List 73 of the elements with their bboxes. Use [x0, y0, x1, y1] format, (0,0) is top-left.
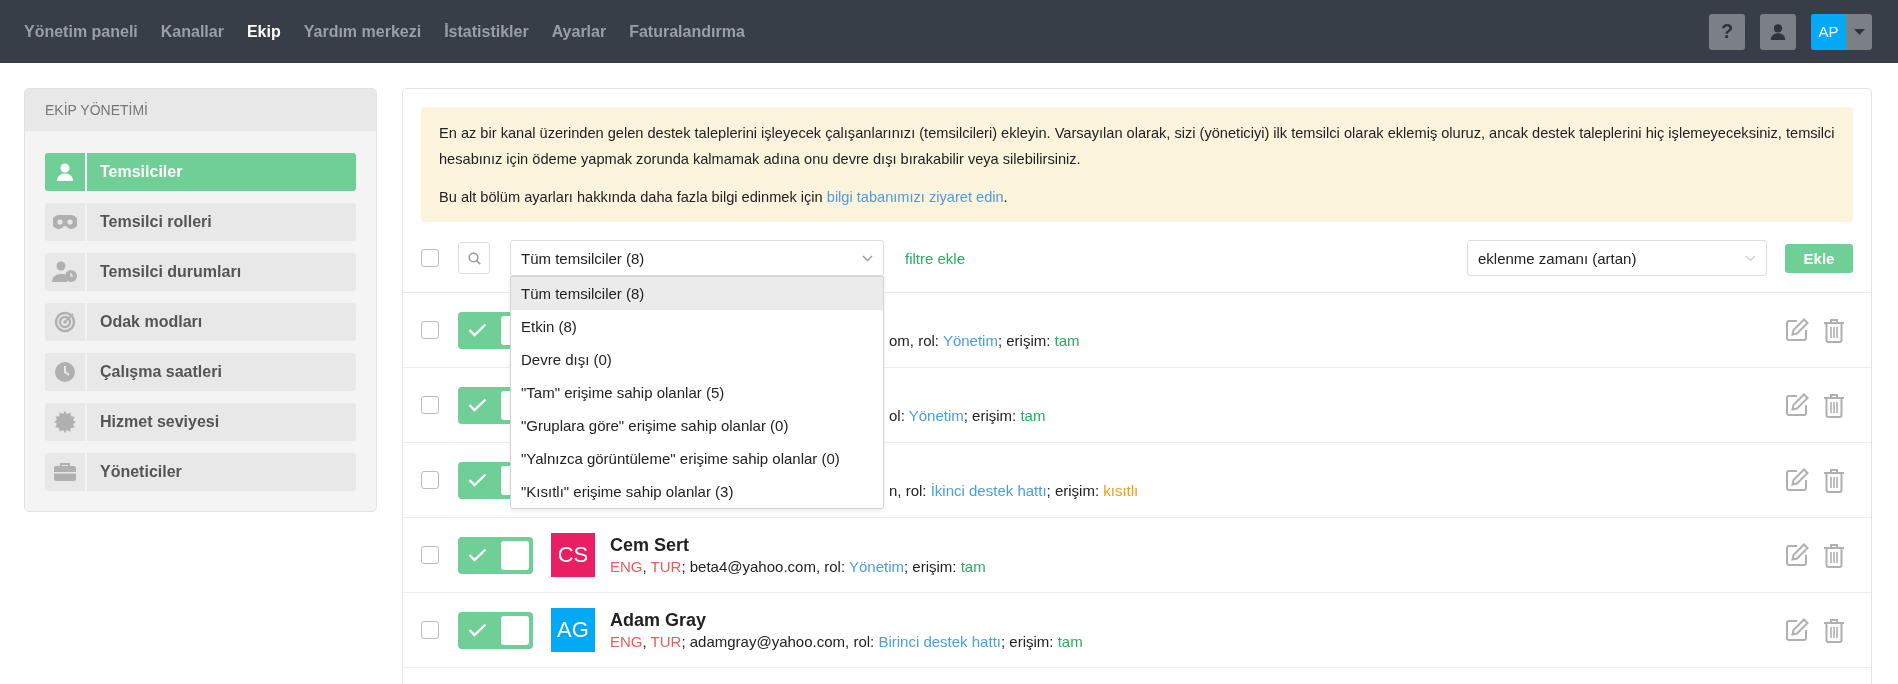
trash-icon[interactable]	[1823, 317, 1845, 343]
sidebar-item[interactable]: Odak modları	[45, 303, 356, 341]
sidebar-item[interactable]: Temsilci durumları	[45, 253, 356, 291]
select-all-checkbox[interactable]	[421, 249, 439, 267]
chevron-icon	[862, 254, 873, 262]
trash-icon[interactable]	[1823, 392, 1845, 418]
edit-icon[interactable]	[1785, 467, 1809, 492]
check-icon	[468, 473, 487, 487]
trash-icon[interactable]	[1823, 542, 1845, 568]
avatar: AG	[551, 608, 595, 652]
search-icon	[467, 251, 481, 265]
dropdown-option[interactable]: "Gruplara göre" erişime sahip olanlar (0)	[511, 409, 883, 442]
toggle-switch[interactable]	[458, 536, 533, 574]
caret-icon	[1853, 28, 1865, 35]
avatar: CS	[551, 533, 595, 577]
sidebar-item[interactable]: Yöneticiler	[45, 453, 356, 491]
dropdown-option[interactable]: "Kısıtlı" erişime sahip olanlar (3)	[511, 475, 883, 508]
agent-details: om, rol: Yönetim; erişim: tam	[889, 332, 1080, 349]
sidebar-item[interactable]: Hizmet seviyesi	[45, 403, 356, 441]
toggle-switch[interactable]	[458, 611, 533, 649]
nav-link[interactable]: Ekip	[246, 22, 281, 41]
person-icon	[55, 162, 75, 182]
dropdown-option[interactable]: Tüm temsilciler (8)	[511, 277, 883, 310]
nav-link[interactable]: İstatistikler	[444, 22, 529, 41]
briefcase-icon	[54, 462, 76, 482]
trash-icon[interactable]	[1823, 467, 1845, 493]
agent-details: ol: Yönetim; erişim: tam	[889, 407, 1046, 424]
row-checkbox[interactable]	[421, 471, 439, 489]
sidebar-item[interactable]: Temsilci rolleri	[45, 203, 356, 241]
edit-icon[interactable]	[1785, 617, 1809, 642]
edit-icon[interactable]	[1785, 392, 1809, 417]
check-icon	[468, 623, 487, 637]
nav-link[interactable]: Faturalandırma	[629, 22, 745, 41]
row-checkbox[interactable]	[421, 396, 439, 414]
edit-icon[interactable]	[1785, 542, 1809, 567]
target-icon	[54, 311, 76, 333]
chevron-icon	[1745, 254, 1756, 262]
agent-details: ENG, TUR; adamgray@yahoo.com, rol: Birinci destek hattı; erişim: tam	[610, 632, 1084, 652]
nav-link[interactable]: Kanallar	[160, 22, 224, 41]
trash-icon[interactable]	[1823, 617, 1845, 643]
row-checkbox[interactable]	[421, 621, 439, 639]
filter-select[interactable]: Tüm temsilciler (8)	[510, 240, 884, 276]
account-avatar: AP	[1811, 13, 1846, 50]
check-icon	[468, 323, 487, 337]
agent-details: n, rol: İkinci destek hattı; erişim: kısıtlı	[889, 482, 1139, 499]
help-button[interactable]: ?	[1709, 13, 1745, 50]
dropdown-option[interactable]: "Tam" erişime sahip olanlar (5)	[511, 376, 883, 409]
clock-icon	[54, 361, 76, 383]
check-icon	[468, 548, 487, 562]
row-checkbox[interactable]	[421, 321, 439, 339]
sidebar-title: EKİP YÖNETİMİ	[45, 102, 148, 118]
mask-icon	[53, 214, 77, 230]
agent-name: Cem Sert	[610, 534, 691, 557]
agent-details: ENG, TUR; beta4@yahoo.com, rol: Yönetim; erişim: tam	[610, 557, 987, 577]
edit-icon[interactable]	[1785, 317, 1809, 342]
agent-name: Adam Gray	[610, 609, 708, 632]
dropdown-option[interactable]: Etkin (8)	[511, 310, 883, 343]
nav-link[interactable]: Yardım merkezi	[303, 22, 422, 41]
notice-text: Bu alt bölüm ayarları hakkında daha fazla bilgi edinmek için bilgi tabanımızı ziyaret edin.	[439, 188, 1009, 207]
dropdown-option[interactable]: "Yalnızca görüntüleme" erişime sahip olanlar (0)	[511, 442, 883, 475]
nav-link[interactable]: Ayarlar	[551, 22, 607, 41]
sidebar-item[interactable]: Çalışma saatleri	[45, 353, 356, 391]
check-icon	[468, 398, 487, 412]
row-checkbox[interactable]	[421, 546, 439, 564]
nav-link[interactable]: Yönetim paneli	[24, 22, 138, 41]
person-clock-icon	[52, 261, 78, 283]
badge-icon	[54, 411, 76, 433]
search-button[interactable]	[458, 242, 490, 274]
dropdown-option[interactable]: Devre dışı (0)	[511, 343, 883, 376]
person-icon	[1769, 22, 1787, 41]
sort-select[interactable]: eklenme zamanı (artan)	[1467, 240, 1767, 276]
profile-button[interactable]	[1760, 13, 1796, 50]
notice-text: En az bir kanal üzerinden gelen destek taleplerini işleyecek çalışanlarınızı (temsilcileri) ekleyin. Varsayılan olarak, sizi (yöneticiyi) ilk temsilci olarak eklemiş oluruz, ancak destek taleplerini hiç işlemeyeceksiniz, temsilci hesabınız için ödeme yapmak zorunda kalmamak adına onu devre dışı bırakabilir veya silebilirsiniz.	[439, 124, 1835, 169]
